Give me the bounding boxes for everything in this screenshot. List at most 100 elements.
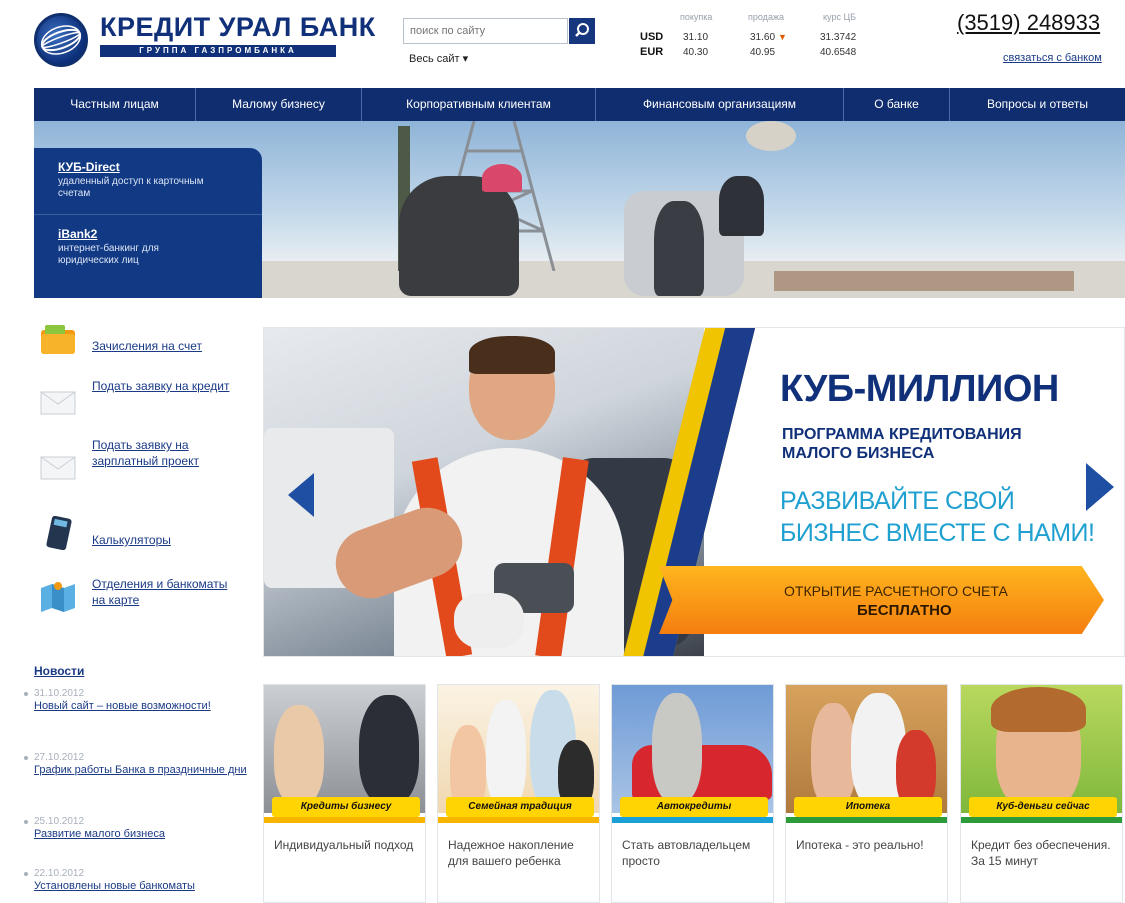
- kub-direct-link[interactable]: КУБ-Direct: [58, 160, 248, 174]
- site-header: КРЕДИТ УРАЛ БАНК ГРУППА ГАЗПРОМБАНКА Вес…: [0, 0, 1125, 88]
- contact-phone[interactable]: (3519) 248933: [957, 10, 1100, 36]
- banner-next-arrow-icon[interactable]: [1086, 463, 1114, 511]
- nav-item-financial-orgs[interactable]: Финансовым организациям: [596, 88, 844, 121]
- product-card-business-credit[interactable]: Кредиты бизнесу Индивидуальный подход: [263, 684, 426, 903]
- product-tag: Кредиты бизнесу: [272, 797, 420, 817]
- news-date: 27.10.2012: [34, 752, 85, 763]
- product-tag: Семейная традиция: [446, 797, 594, 817]
- news-bullet: [24, 756, 28, 760]
- news-bullet: [24, 692, 28, 696]
- rates-header-sell: продажа: [748, 12, 784, 22]
- worker-figure-image: [399, 176, 519, 296]
- news-link[interactable]: Новый сайт – новые возможности!: [34, 699, 249, 713]
- nav-item-faq[interactable]: Вопросы и ответы: [950, 88, 1125, 121]
- banner-cta-button[interactable]: [659, 566, 1104, 634]
- kub-direct-desc: удаленный доступ к карточным счетам: [58, 176, 204, 199]
- rate-cb: 40.6548: [820, 47, 857, 58]
- person-figure: [486, 700, 526, 810]
- nav-item-corporate[interactable]: Корпоративным клиентам: [362, 88, 596, 121]
- news-title[interactable]: Новости: [34, 664, 249, 678]
- contact-link[interactable]: связаться с банком: [1003, 52, 1102, 64]
- product-description: Индивидуальный подход: [274, 838, 414, 852]
- search-scope-dropdown[interactable]: Весь сайт ▾: [409, 52, 468, 65]
- person-figure: [652, 693, 702, 803]
- product-color-bar: [438, 817, 599, 823]
- person-figure: [274, 705, 324, 805]
- nav-item-individuals[interactable]: Частным лицам: [34, 88, 196, 121]
- product-tag: Ипотека: [794, 797, 942, 817]
- product-color-bar: [612, 817, 773, 823]
- news-link[interactable]: График работы Банка в праздничные дни: [34, 763, 249, 777]
- banner-subtitle: ПРОГРАММА КРЕДИТОВАНИЯ МАЛОГО БИЗНЕСА: [782, 426, 1022, 462]
- search-input[interactable]: [403, 18, 568, 44]
- calculator-icon: [46, 516, 72, 550]
- product-description: Стать автовладельцем просто: [622, 838, 751, 868]
- rate-sell: 40.95: [750, 47, 776, 58]
- person-figure: [359, 695, 419, 805]
- family-photo: [438, 685, 599, 815]
- nav-item-about[interactable]: О банке: [844, 88, 950, 121]
- car-owner-photo: [612, 685, 773, 813]
- news-item: 22.10.2012 Установлены новые банкоматы: [24, 868, 249, 893]
- promo-banner[interactable]: КУБ-МИЛЛИОН ПРОГРАММА КРЕДИТОВАНИЯ МАЛОГ…: [263, 327, 1125, 657]
- product-color-bar: [786, 817, 947, 823]
- exchange-rates: покупка продажа курс ЦБ USD 31.10 31.60 …: [640, 10, 890, 70]
- envelope-icon: [40, 456, 76, 480]
- bank-group-subtitle: ГРУППА ГАЗПРОМБАНКА: [100, 45, 336, 57]
- product-description: Ипотека - это реально!: [796, 838, 924, 852]
- product-card-mortgage[interactable]: Ипотека Ипотека - это реально!: [785, 684, 948, 903]
- news-link[interactable]: Развитие малого бизнеса: [34, 827, 249, 841]
- map-icon: [41, 582, 75, 612]
- product-cards: Кредиты бизнесу Индивидуальный подход Се…: [263, 684, 1125, 903]
- quick-link-label[interactable]: Подать заявку на зарплатный проект: [92, 437, 242, 469]
- rates-header-cb: курс ЦБ: [823, 12, 857, 22]
- quick-link-label[interactable]: Калькуляторы: [92, 532, 242, 548]
- bell-image: [746, 121, 796, 151]
- product-tag: Куб-деньги сейчас: [969, 797, 1117, 817]
- quick-link-label[interactable]: Отделения и банкоматы на карте: [92, 576, 242, 608]
- business-meeting-photo: [264, 685, 425, 813]
- woman-photo: [961, 685, 1122, 813]
- rate-up-arrow-icon: ▼: [778, 32, 787, 42]
- family-autumn-photo: [786, 685, 947, 813]
- banner-cta-line1[interactable]: ОТКРЫТИЕ РАСЧЕТНОГО СЧЕТА: [784, 583, 1008, 599]
- news-item: 31.10.2012 Новый сайт – новые возможност…: [24, 688, 249, 713]
- quick-link-label[interactable]: Зачисления на счет: [92, 338, 242, 354]
- bank-name[interactable]: КРЕДИТ УРАЛ БАНК: [100, 12, 376, 43]
- product-card-auto-loans[interactable]: Автокредиты Стать автовладельцем просто: [611, 684, 774, 903]
- product-card-cash-now[interactable]: Куб-деньги сейчас Кредит без обеспечения…: [960, 684, 1123, 903]
- product-description: Кредит без обеспечения. За 15 минут: [971, 838, 1111, 868]
- worker-figure-image: [719, 176, 764, 236]
- mechanic-hair: [469, 336, 555, 374]
- news-item: 25.10.2012 Развитие малого бизнеса: [24, 816, 249, 841]
- ibank2-link[interactable]: iBank2: [58, 227, 248, 241]
- hero-field: [774, 271, 1074, 291]
- product-card-family-savings[interactable]: Семейная традиция Надежное накопление дл…: [437, 684, 600, 903]
- panel-divider: [34, 214, 262, 215]
- envelope-icon: [40, 391, 76, 415]
- rate-currency: USD: [640, 31, 664, 43]
- bank-logo-icon[interactable]: [34, 13, 88, 67]
- banner-slogan: РАЗВИВАЙТЕ СВОЙ БИЗНЕС ВМЕСТЕ С НАМИ!: [780, 487, 1095, 547]
- news-bullet: [24, 820, 28, 824]
- product-color-bar: [961, 817, 1122, 823]
- news-link[interactable]: Установлены новые банкоматы: [34, 879, 249, 893]
- rate-sell: 31.60: [750, 32, 776, 43]
- quick-link-label[interactable]: Подать заявку на кредит: [92, 378, 242, 394]
- rate-currency: EUR: [640, 46, 664, 58]
- product-color-bar: [264, 817, 425, 823]
- rate-buy: 40.30: [683, 47, 709, 58]
- worker-figure-image: [654, 201, 704, 296]
- banner-title: КУБ-МИЛЛИОН: [780, 368, 1059, 410]
- banner-prev-arrow-icon[interactable]: [288, 473, 314, 517]
- product-tag: Автокредиты: [620, 797, 768, 817]
- rate-buy: 31.10: [683, 32, 709, 43]
- search-button[interactable]: [569, 18, 595, 44]
- ibank2-desc: интернет-банкинг для юридических лиц: [58, 243, 159, 266]
- glove-image: [454, 593, 524, 648]
- nav-item-small-business[interactable]: Малому бизнесу: [196, 88, 362, 121]
- rate-cb: 31.3742: [820, 32, 857, 43]
- person-hair: [991, 687, 1086, 732]
- banner-cta-line2[interactable]: БЕСПЛАТНО: [857, 602, 952, 619]
- hard-hat-image: [482, 164, 522, 192]
